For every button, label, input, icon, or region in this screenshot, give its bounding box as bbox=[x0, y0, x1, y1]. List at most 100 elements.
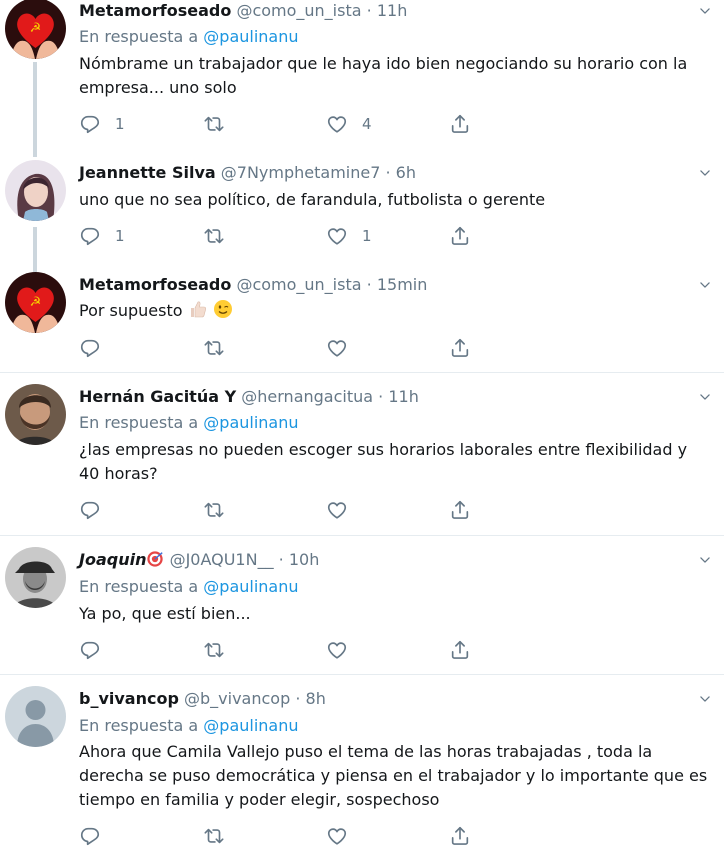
tweet[interactable]: Hernán Gacitúa Y @hernangacitua · 11h En… bbox=[0, 384, 724, 524]
share-button[interactable] bbox=[449, 638, 471, 662]
display-name[interactable]: Metamorfoseado bbox=[79, 1, 231, 20]
reply-prefix: En respuesta a bbox=[79, 27, 199, 46]
separator-dot: · bbox=[295, 689, 301, 708]
avatar[interactable]: ☭ bbox=[5, 272, 66, 333]
reply-mention-link[interactable]: @paulinanu bbox=[203, 577, 298, 596]
user-handle[interactable]: @como_un_ista bbox=[236, 275, 361, 294]
avatar[interactable] bbox=[5, 686, 66, 747]
chevron-down-icon[interactable] bbox=[698, 692, 712, 706]
share-button[interactable] bbox=[449, 224, 471, 248]
reply-button[interactable] bbox=[79, 638, 115, 662]
retweet-icon bbox=[203, 639, 225, 661]
retweet-button[interactable] bbox=[203, 638, 239, 662]
reply-button[interactable]: 1 bbox=[79, 112, 125, 136]
tweet[interactable]: Jeannette Silva @7Nymphetamine7 · 6h uno… bbox=[0, 160, 724, 272]
tweet-text: Nómbrame un trabajador que le haya ido b… bbox=[79, 54, 688, 97]
timestamp[interactable]: 8h bbox=[306, 689, 326, 708]
reply-button[interactable] bbox=[79, 498, 115, 522]
timestamp[interactable]: 15min bbox=[377, 275, 428, 294]
tweet-text: ¿las empresas no pueden escoger sus hora… bbox=[79, 440, 688, 483]
display-name[interactable]: Metamorfoseado bbox=[79, 275, 231, 294]
user-handle[interactable]: @J0AQU1N__ bbox=[170, 550, 274, 569]
reply-icon bbox=[79, 639, 101, 661]
like-button[interactable]: 4 bbox=[326, 112, 372, 136]
tweet-actions bbox=[79, 498, 499, 522]
display-name[interactable]: Jeannette Silva bbox=[79, 163, 216, 182]
share-icon bbox=[449, 337, 471, 359]
chevron-down-icon[interactable] bbox=[698, 166, 712, 180]
tweet-actions: 1 4 bbox=[79, 112, 499, 136]
avatar[interactable]: ☭ bbox=[5, 0, 66, 59]
avatar[interactable] bbox=[5, 547, 66, 608]
retweet-button[interactable] bbox=[203, 336, 239, 360]
reply-button[interactable] bbox=[79, 824, 115, 848]
reply-count: 1 bbox=[115, 115, 125, 133]
timestamp[interactable]: 10h bbox=[289, 550, 320, 569]
heart-icon bbox=[326, 639, 348, 661]
divider bbox=[0, 674, 724, 675]
chevron-down-icon[interactable] bbox=[698, 390, 712, 404]
reply-button[interactable]: 1 bbox=[79, 224, 125, 248]
avatar-image bbox=[5, 160, 66, 221]
tweet[interactable]: ☭ Metamorfoseado @como_un_ista · 15min P… bbox=[0, 272, 724, 368]
like-button[interactable] bbox=[326, 336, 362, 360]
reply-mention-link[interactable]: @paulinanu bbox=[203, 716, 298, 735]
reply-button[interactable] bbox=[79, 336, 115, 360]
svg-text:☭: ☭ bbox=[30, 21, 42, 36]
tweet[interactable]: b_vivancop @b_vivancop · 8h En respuesta… bbox=[0, 686, 724, 861]
tweet[interactable]: ☭ Metamorfoseado @como_un_ista · 11h En … bbox=[0, 0, 724, 157]
reply-mention-link[interactable]: @paulinanu bbox=[203, 413, 298, 432]
separator-dot: · bbox=[385, 163, 391, 182]
reply-mention-link[interactable]: @paulinanu bbox=[203, 27, 298, 46]
share-button[interactable] bbox=[449, 498, 471, 522]
retweet-icon bbox=[203, 825, 225, 847]
like-button[interactable] bbox=[326, 824, 362, 848]
reply-count: 1 bbox=[115, 227, 125, 245]
display-name[interactable]: Hernán Gacitúa Y bbox=[79, 387, 236, 406]
user-handle[interactable]: @hernangacitua bbox=[241, 387, 373, 406]
tweet-feed: ☭ Metamorfoseado @como_un_ista · 11h En … bbox=[0, 0, 724, 861]
like-button[interactable]: 1 bbox=[326, 224, 372, 248]
heart-icon bbox=[326, 337, 348, 359]
reply-context: En respuesta a @paulinanu bbox=[79, 413, 299, 433]
share-button[interactable] bbox=[449, 112, 471, 136]
avatar[interactable] bbox=[5, 384, 66, 445]
timestamp[interactable]: 11h bbox=[388, 387, 419, 406]
share-button[interactable] bbox=[449, 824, 471, 848]
chevron-down-icon[interactable] bbox=[698, 553, 712, 567]
display-name[interactable]: Joaquin bbox=[79, 550, 146, 569]
tweet-text: Por supuesto bbox=[79, 299, 709, 323]
divider bbox=[0, 535, 724, 536]
user-handle[interactable]: @7Nymphetamine7 bbox=[221, 163, 381, 182]
chevron-down-icon[interactable] bbox=[698, 278, 712, 292]
like-button[interactable] bbox=[326, 498, 362, 522]
share-icon bbox=[449, 499, 471, 521]
display-name[interactable]: b_vivancop bbox=[79, 689, 179, 708]
default-avatar-icon bbox=[5, 686, 66, 747]
like-button[interactable] bbox=[326, 638, 362, 662]
target-emoji bbox=[147, 551, 164, 567]
chevron-down-icon[interactable] bbox=[698, 4, 712, 18]
reply-icon bbox=[79, 825, 101, 847]
tweet-actions bbox=[79, 638, 499, 662]
retweet-button[interactable] bbox=[203, 498, 239, 522]
reply-prefix: En respuesta a bbox=[79, 413, 199, 432]
user-handle[interactable]: @b_vivancop bbox=[184, 689, 290, 708]
retweet-button[interactable] bbox=[203, 112, 239, 136]
timestamp[interactable]: 6h bbox=[396, 163, 416, 182]
tweet[interactable]: Joaquin @J0AQU1N__ · 10h En respuesta a … bbox=[0, 547, 724, 662]
reply-prefix: En respuesta a bbox=[79, 577, 199, 596]
user-handle[interactable]: @como_un_ista bbox=[236, 1, 361, 20]
timestamp[interactable]: 11h bbox=[377, 1, 408, 20]
retweet-button[interactable] bbox=[203, 224, 239, 248]
thumbs-up-emoji bbox=[190, 301, 206, 318]
share-icon bbox=[449, 113, 471, 135]
thread-line bbox=[33, 62, 37, 157]
retweet-button[interactable] bbox=[203, 824, 239, 848]
avatar[interactable] bbox=[5, 160, 66, 221]
reply-icon bbox=[79, 225, 101, 247]
share-button[interactable] bbox=[449, 336, 471, 360]
tweet-actions bbox=[79, 824, 499, 848]
reply-prefix: En respuesta a bbox=[79, 716, 199, 735]
avatar-image bbox=[5, 547, 66, 608]
